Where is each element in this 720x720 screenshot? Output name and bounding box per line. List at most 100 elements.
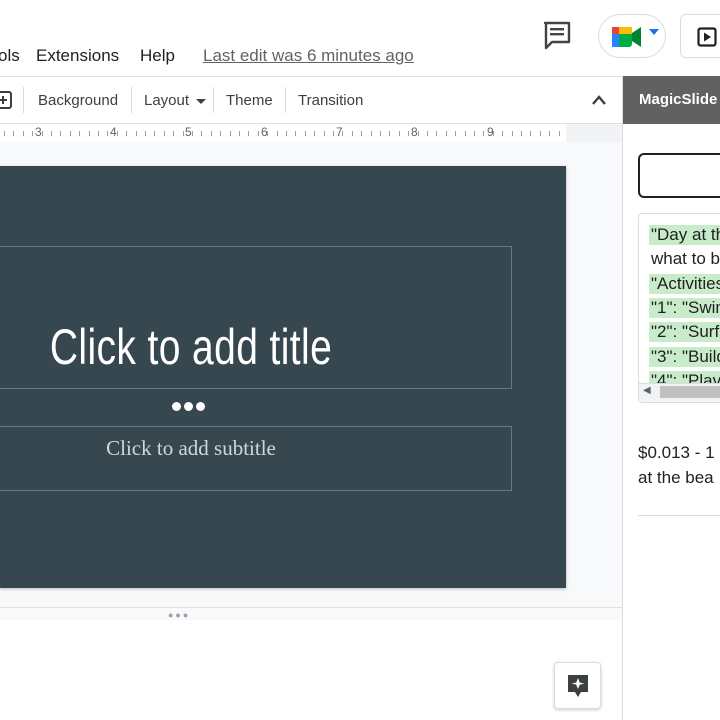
- ruler-tick: [436, 131, 437, 136]
- ruler-tick: [540, 131, 541, 136]
- theme-button[interactable]: Theme: [226, 92, 273, 109]
- ruler-tick: [455, 131, 456, 136]
- ruler-tick: [32, 131, 33, 136]
- prompt-input[interactable]: [638, 153, 720, 198]
- json-line: "Activities: [649, 274, 720, 294]
- ruler-tick: [559, 131, 560, 136]
- ruler-tick: [530, 131, 531, 136]
- ruler-number: 5: [185, 125, 192, 139]
- ruler-tick: [408, 131, 409, 136]
- subtitle-placeholder[interactable]: Click to add subtitle: [0, 436, 382, 461]
- ruler-tick: [173, 131, 174, 136]
- cost-line: $0.013 - 1 r: [638, 443, 720, 462]
- ruler-tick: [352, 131, 353, 136]
- cost-line: at the bea: [638, 468, 714, 487]
- transition-button[interactable]: Transition: [298, 92, 363, 109]
- more-options-dots[interactable]: [172, 398, 208, 416]
- chevron-down-icon: [649, 29, 659, 35]
- cost-text: $0.013 - 1 r at the bea: [638, 440, 720, 490]
- ruler-tick: [493, 131, 494, 136]
- ruler-tick: [211, 131, 212, 136]
- ruler-tick: [192, 131, 193, 136]
- ruler-tick: [333, 131, 334, 136]
- ruler-tick: [89, 131, 90, 136]
- ruler-tick: [389, 131, 390, 136]
- ruler-tick: [380, 131, 381, 136]
- ruler-tick: [286, 131, 287, 136]
- ruler-tick: [4, 131, 5, 136]
- chevron-down-icon: [196, 98, 207, 104]
- ruler-tick: [51, 131, 52, 136]
- title-placeholder[interactable]: Click to add title: [42, 318, 340, 376]
- ruler-tick: [314, 131, 315, 136]
- menu-help[interactable]: Help: [140, 46, 175, 66]
- last-edit-link[interactable]: Last edit was 6 minutes ago: [203, 46, 414, 66]
- ruler-number: 3: [35, 125, 42, 139]
- json-line: "3": "Build: [649, 347, 720, 367]
- ruler-tick: [230, 131, 231, 136]
- ruler-tick: [427, 131, 428, 136]
- toolbar: Background Layout Theme Transition: [0, 76, 622, 124]
- ruler-tick: [154, 131, 155, 136]
- speaker-notes[interactable]: [0, 620, 622, 720]
- ruler-tick: [98, 131, 99, 136]
- json-line: [649, 214, 658, 224]
- ruler-tick: [277, 131, 278, 136]
- ruler-tick: [13, 131, 14, 136]
- ruler-tick: [60, 131, 61, 136]
- add-slide-icon[interactable]: [0, 91, 12, 109]
- json-line: what to b: [651, 249, 720, 268]
- google-meet-button[interactable]: [598, 14, 666, 58]
- drag-handle-icon[interactable]: ●●●: [168, 610, 190, 620]
- ruler-tick: [483, 131, 484, 136]
- chevron-up-icon[interactable]: [591, 94, 607, 106]
- ruler-tick: [267, 131, 268, 136]
- ruler-tick: [183, 131, 184, 136]
- scroll-left-arrow-icon[interactable]: ◀: [643, 385, 651, 396]
- ruler-tick: [70, 131, 71, 136]
- ruler-number: 4: [110, 125, 117, 139]
- ruler-tick: [361, 131, 362, 136]
- notes-resize-handle[interactable]: [0, 607, 622, 621]
- layout-button[interactable]: Layout: [144, 92, 207, 109]
- ruler-tick: [79, 131, 80, 136]
- ruler-tick: [126, 131, 127, 136]
- explore-button[interactable]: [554, 662, 601, 709]
- json-output-box[interactable]: "Day at th what to b "Activities "1": "S…: [638, 213, 720, 403]
- ruler-tick: [239, 131, 240, 136]
- ruler-tick: [248, 131, 249, 136]
- divider: [638, 515, 720, 516]
- comment-icon[interactable]: [540, 18, 574, 52]
- ruler-tick: [220, 131, 221, 136]
- ruler-tick: [371, 131, 372, 136]
- ruler-tick: [465, 131, 466, 136]
- ruler-tick: [117, 131, 118, 136]
- json-line: "1": "Swim: [649, 298, 720, 318]
- ruler-number: 8: [411, 125, 418, 139]
- layout-label: Layout: [144, 92, 190, 109]
- ruler-margin: [566, 124, 622, 142]
- ruler-tick: [502, 131, 503, 136]
- menu-tools[interactable]: ols: [0, 46, 20, 66]
- scrollbar-thumb[interactable]: [660, 386, 720, 398]
- ruler-tick: [305, 131, 306, 136]
- json-line: "2": "Surfi: [649, 322, 720, 342]
- side-panel-title: MagicSlide: [639, 91, 718, 108]
- ruler-tick: [324, 131, 325, 136]
- ruler-tick: [145, 131, 146, 136]
- background-button[interactable]: Background: [38, 92, 118, 109]
- ruler-tick: [418, 131, 419, 136]
- horizontal-ruler[interactable]: 3 4 5 6 7 8 9: [0, 124, 566, 143]
- ruler-tick: [23, 131, 24, 136]
- ruler-tick: [136, 131, 137, 136]
- present-button[interactable]: [680, 14, 720, 58]
- ruler-tick: [42, 131, 43, 136]
- ruler-tick: [521, 131, 522, 136]
- ruler-tick: [295, 131, 296, 136]
- menu-extensions[interactable]: Extensions: [36, 46, 119, 66]
- ruler-tick: [549, 131, 550, 136]
- ruler-tick: [201, 131, 202, 136]
- ruler-tick: [342, 131, 343, 136]
- explore-icon: [568, 675, 588, 697]
- json-line: "Day at th: [649, 225, 720, 245]
